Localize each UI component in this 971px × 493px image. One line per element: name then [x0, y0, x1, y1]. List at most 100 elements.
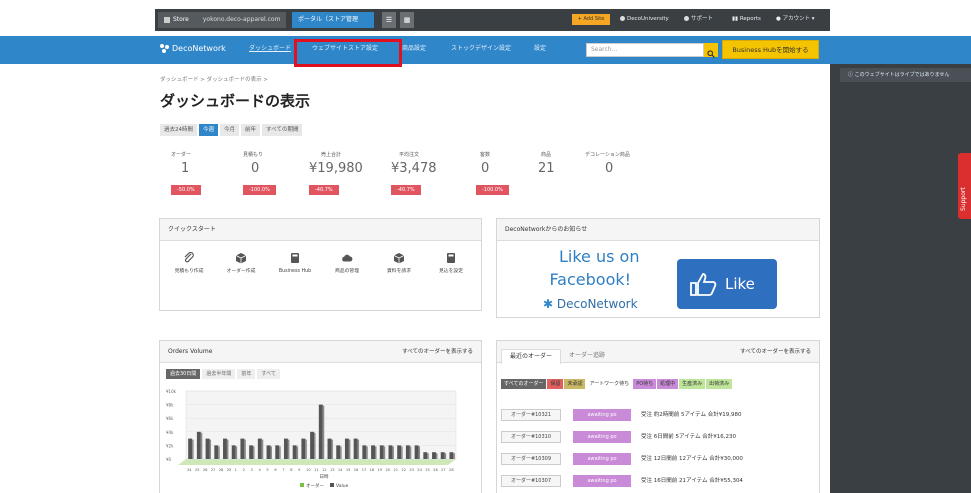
view-all-orders-link[interactable]: すべてのオーダーを表示する: [740, 341, 811, 363]
x-tick-label: 28: [219, 468, 224, 472]
x-tick-label: 1: [235, 468, 237, 472]
tab-last-24h[interactable]: 過去24時間: [160, 124, 197, 136]
support-link[interactable]: サポート: [684, 14, 713, 25]
grid-icon[interactable]: ▦: [400, 12, 414, 28]
legend-label-value: Value: [336, 483, 349, 489]
chart-bar-side: [401, 446, 403, 459]
stat-label: 見積もり: [243, 152, 264, 158]
stat-label: 売上合計: [321, 152, 342, 158]
box-icon: [235, 253, 247, 264]
y-tick-label: ¥10k: [166, 389, 177, 394]
facebook-like-button[interactable]: Like: [677, 259, 777, 309]
quickstart-create-quote[interactable]: 見積もり作成: [172, 252, 206, 275]
chart-bar: [214, 445, 219, 459]
tab-last-year[interactable]: 前年: [237, 369, 256, 379]
tab-this-month[interactable]: 今月: [220, 124, 240, 136]
stat-orders: オーダー 1 -50.0%: [171, 151, 241, 195]
globe-icon: [620, 16, 625, 21]
quickstart-business-hub[interactable]: Business Hub: [278, 252, 312, 275]
business-hub-button[interactable]: Business Hubを開始する: [722, 40, 819, 59]
x-tick-label: 25: [195, 468, 200, 472]
reports-link[interactable]: ▮▮ Reports: [732, 14, 761, 25]
x-tick-label: 24: [187, 468, 192, 472]
logo[interactable]: DecoNetwork: [160, 42, 226, 56]
quickstart-panel: クイックスタート 見積もり作成 オーダー作成 Business Hub 商品の管…: [159, 218, 482, 311]
chart-bar-side: [192, 439, 194, 459]
order-id-button[interactable]: オーダー#10321: [501, 409, 561, 421]
breadcrumb[interactable]: ダッシュボード > ダッシュボードの表示 >: [160, 75, 268, 83]
university-link[interactable]: DecoUniversity: [620, 14, 669, 25]
tab-order-tracking[interactable]: オーダー追跡: [561, 349, 613, 364]
nav-settings[interactable]: 設定: [534, 44, 546, 54]
status-filter[interactable]: アートワーク待ち: [586, 379, 633, 389]
order-id-button[interactable]: オーダー#10307: [501, 475, 561, 487]
order-id-button[interactable]: オーダー#10310: [501, 431, 561, 443]
add-site-button[interactable]: + Add Site: [572, 14, 610, 25]
chart-bar: [223, 438, 227, 459]
tab-this-week[interactable]: 今週: [199, 124, 219, 136]
tab-all[interactable]: すべて: [257, 369, 280, 379]
chart-bar-side: [357, 439, 360, 459]
chart-bar-side: [235, 446, 238, 459]
legend-swatch-value: [330, 483, 334, 487]
tab-last-half-year[interactable]: 過去半年間: [202, 369, 236, 379]
x-tick-label: 25: [425, 468, 430, 472]
order-status-badge: awaiting po: [573, 475, 631, 487]
tab-all-time[interactable]: すべての期間: [262, 124, 303, 136]
order-id-button[interactable]: オーダー#10309: [501, 453, 561, 465]
chart-bar: [379, 445, 384, 459]
search-input[interactable]: Search...: [586, 43, 704, 57]
support-tab[interactable]: Support: [958, 153, 971, 219]
chart-bar-side: [375, 446, 377, 459]
x-tick-label: 8: [290, 468, 293, 472]
chart-bar-side: [261, 439, 264, 459]
quickstart-label: オーダー作成: [226, 269, 256, 274]
stat-change-badge: -40.7%: [309, 185, 339, 195]
stat-average-order: 平均注文 ¥3,478 -40.7%: [391, 151, 461, 195]
chart-bar: [257, 438, 262, 459]
account-menu[interactable]: ● アカウント ▾: [776, 14, 815, 25]
nav-dashboard[interactable]: ダッシュボード: [249, 44, 291, 54]
status-filter[interactable]: 生産済み: [679, 379, 706, 389]
stat-label: 平均注文: [399, 152, 420, 158]
order-row[interactable]: オーダー#10309 awaiting po 受注 12日間前 12アイテム 合…: [501, 451, 813, 467]
quickstart-set-prospects[interactable]: 見込を設定: [434, 252, 468, 275]
thumbs-up-icon: [690, 273, 717, 296]
tab-recent-orders[interactable]: 最近のオーダー: [501, 349, 562, 364]
tab-last-30-days[interactable]: 過去30日間: [166, 369, 201, 379]
quickstart-create-order[interactable]: オーダー作成: [224, 252, 258, 275]
order-row[interactable]: オーダー#10307 awaiting po 受注 16日間前 21アイテム 合…: [501, 473, 813, 489]
x-tick-label: 14: [338, 468, 343, 472]
status-filter[interactable]: 保留: [547, 379, 564, 389]
brand-text: DecoNetwork: [556, 297, 638, 311]
nav-product-settings[interactable]: 商品設定: [402, 44, 426, 54]
chart-bar-side: [287, 439, 290, 459]
portal-button[interactable]: ポータル（ストア管理: [292, 12, 374, 28]
chart-bar-side: [200, 432, 203, 459]
search-button[interactable]: [704, 43, 718, 58]
status-filter[interactable]: PO待ち: [633, 379, 657, 389]
order-status-filters: すべてのオーダー 保留 未承認 アートワーク待ち PO待ち 処理中 生産済み 出荷済み: [501, 370, 811, 391]
status-filter[interactable]: 未承認: [564, 379, 586, 389]
status-filter[interactable]: 出荷済み: [706, 379, 733, 389]
x-tick-label: 10: [306, 468, 311, 472]
facebook-promo-text[interactable]: Like us on Facebook!: [541, 245, 639, 291]
x-tick-label: 24: [417, 468, 422, 472]
tab-last-year[interactable]: 前年: [241, 124, 261, 136]
view-all-orders-link[interactable]: すべてのオーダーを表示する: [402, 341, 473, 363]
site-not-live-notice[interactable]: ⓘ このウェブサイトはライブではありません: [840, 68, 971, 82]
quickstart-request-material[interactable]: 資料を請求: [382, 252, 416, 275]
order-row[interactable]: オーダー#10321 awaiting po 受注 約2時間前 5アイテム 合計…: [501, 407, 813, 423]
order-row[interactable]: オーダー#10310 awaiting po 受注 6日間前 5アイテム 合計¥…: [501, 429, 813, 445]
chart-bar-side: [305, 439, 307, 459]
chart-bar-side: [253, 446, 255, 459]
nav-stock-design-settings[interactable]: ストックデザイン設定: [451, 44, 511, 54]
store-switcher[interactable]: Store yokono.deco-apparel.com: [158, 12, 286, 28]
chart-bar: [283, 438, 288, 459]
quickstart-manage-products[interactable]: 商品の管理: [330, 252, 364, 275]
menu-icon[interactable]: ☰: [382, 12, 396, 28]
stat-customers: 客数 0 -100.0%: [476, 151, 546, 195]
status-filter[interactable]: 処理中: [657, 379, 679, 389]
status-filter[interactable]: すべてのオーダー: [501, 379, 547, 389]
chart-bar: [240, 438, 245, 459]
